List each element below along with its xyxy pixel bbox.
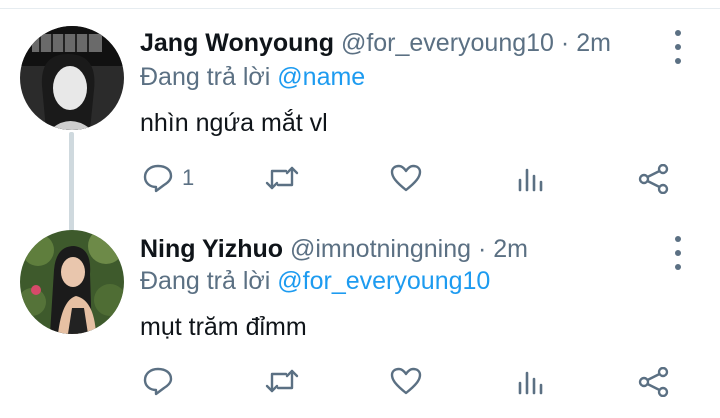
retweet-button[interactable]: [264, 367, 300, 395]
replying-to-line: Đang trả lời @name: [140, 62, 365, 92]
share-icon: [638, 367, 669, 397]
avatar[interactable]: [20, 26, 124, 130]
replying-prefix: Đang trả lời: [140, 267, 271, 295]
analytics-icon: [518, 168, 543, 192]
share-button[interactable]: [638, 164, 670, 194]
tweet-text: nhìn ngứa mắt vl: [140, 109, 328, 137]
replying-mention[interactable]: @for_everyoung10: [277, 267, 490, 295]
tweet-header: Ning Yizhuo @imnotningning · 2m: [140, 234, 528, 264]
like-icon: [390, 367, 422, 395]
more-options-icon[interactable]: [668, 30, 688, 64]
reply-count: 1: [182, 165, 195, 190]
separator-dot: ·: [478, 235, 487, 263]
tweet-2[interactable]: Ning Yizhuo @imnotningning · 2m Đang trả…: [0, 210, 720, 418]
user-handle[interactable]: @imnotningning: [290, 235, 471, 263]
share-button[interactable]: [638, 367, 670, 397]
avatar[interactable]: [20, 230, 124, 334]
more-options-icon[interactable]: [668, 236, 688, 270]
retweet-icon: [265, 166, 299, 190]
analytics-button[interactable]: [517, 166, 545, 192]
share-icon: [638, 164, 669, 194]
reply-icon: [143, 367, 173, 396]
display-name[interactable]: Ning Yizhuo: [140, 235, 283, 263]
like-button[interactable]: [390, 367, 422, 395]
timestamp[interactable]: 2m: [493, 235, 528, 263]
user-handle[interactable]: @for_everyoung10: [341, 29, 554, 57]
timestamp[interactable]: 2m: [576, 29, 611, 57]
retweet-button[interactable]: [264, 164, 300, 192]
reply-icon: [143, 164, 173, 193]
replying-to-line: Đang trả lời @for_everyoung10: [140, 266, 490, 296]
tweet-header: Jang Wonyoung @for_everyoung10 · 2m: [140, 28, 611, 58]
tweet-1[interactable]: Jang Wonyoung @for_everyoung10 · 2m Đang…: [0, 0, 720, 232]
reply-button[interactable]: [142, 366, 182, 396]
replying-prefix: Đang trả lời: [140, 63, 271, 91]
like-button[interactable]: [390, 164, 422, 192]
display-name[interactable]: Jang Wonyoung: [140, 29, 334, 57]
analytics-button[interactable]: [517, 369, 545, 395]
analytics-icon: [518, 371, 543, 395]
separator-dot: ·: [560, 29, 570, 57]
retweet-icon: [265, 369, 299, 393]
reply-button[interactable]: 1: [142, 163, 194, 193]
tweet-text: mụt trăm đỉmm: [140, 313, 307, 341]
replying-mention[interactable]: @name: [277, 63, 365, 91]
like-icon: [390, 164, 422, 192]
